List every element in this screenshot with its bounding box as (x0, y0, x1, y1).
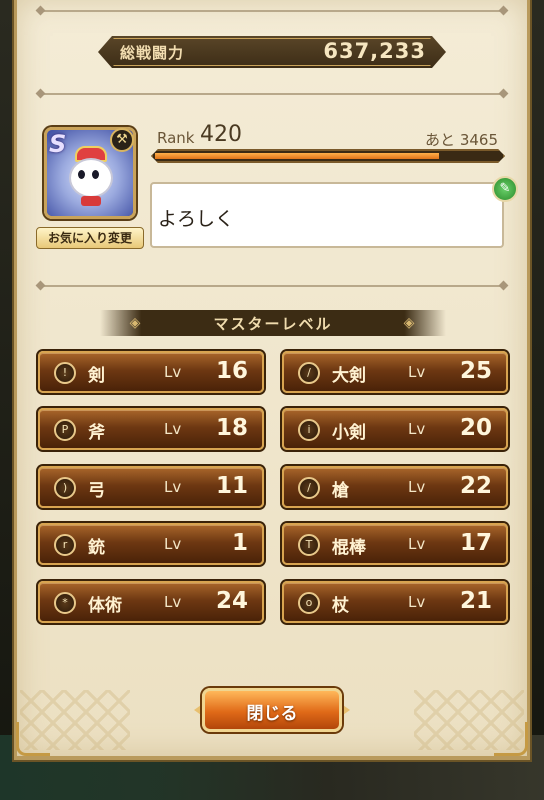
weapon-level: 11 (215, 473, 248, 499)
combat-power-value: 637,233 (323, 39, 426, 63)
weapon-level: 22 (459, 473, 492, 499)
weapon-name: 杖 (332, 596, 349, 616)
weapon-name: 体術 (88, 596, 122, 616)
weapon-lv-label: Lv (164, 478, 182, 496)
weapon-dagger-button[interactable]: i 小剣 Lv 20 (282, 408, 508, 450)
weapon-name: 槍 (332, 481, 349, 501)
avatar-eye-left (78, 170, 85, 179)
weapon-lv-label: Lv (164, 535, 182, 553)
weapon-name: 斧 (88, 423, 105, 443)
greatsword-icon: / (298, 362, 320, 384)
weapon-spear-button[interactable]: / 槍 Lv 22 (282, 466, 508, 508)
weapon-level: 16 (215, 358, 248, 384)
weapon-name: 大剣 (332, 366, 366, 386)
rank-value: 420 (200, 122, 242, 147)
club-icon: T (298, 534, 320, 556)
rank-progress-bar (151, 149, 505, 163)
weapon-lv-label: Lv (164, 593, 182, 611)
weapon-name: 剣 (88, 366, 105, 386)
weapon-level: 1 (231, 530, 248, 556)
weapon-lv-label: Lv (164, 363, 182, 381)
weapon-greatsword-button[interactable]: / 大剣 Lv 25 (282, 351, 508, 393)
weapon-club-button[interactable]: T 棍棒 Lv 17 (282, 523, 508, 565)
staff-icon: o (298, 592, 320, 614)
weapon-type-badge-icon: ⚒ (110, 128, 134, 152)
weapon-sword-button[interactable]: ! 剣 Lv 16 (38, 351, 264, 393)
weapon-level: 18 (215, 415, 248, 441)
weapon-lv-label: Lv (164, 420, 182, 438)
comment-text: よろしく (158, 208, 235, 230)
avatar-face (69, 158, 113, 198)
weapon-name: 小剣 (332, 423, 366, 443)
weapon-lv-label: Lv (408, 535, 426, 553)
master-level-title: マスターレベル (213, 315, 333, 333)
bow-icon: ) (54, 477, 76, 499)
weapon-staff-button[interactable]: o 杖 Lv 21 (282, 581, 508, 623)
weapon-lv-label: Lv (408, 363, 426, 381)
weapon-martial-arts-button[interactable]: * 体術 Lv 24 (38, 581, 264, 623)
weapon-lv-label: Lv (408, 478, 426, 496)
weapon-gun-button[interactable]: r 銃 Lv 1 (38, 523, 264, 565)
axe-icon: P (54, 419, 76, 441)
rank-progress-fill (155, 153, 439, 159)
divider-top (40, 10, 504, 12)
weapon-lv-label: Lv (408, 593, 426, 611)
weapon-level: 21 (459, 588, 492, 614)
rank-label: Rank (157, 129, 195, 147)
divider-middle (40, 285, 504, 287)
sword-icon: ! (54, 362, 76, 384)
corner-ornament-right (494, 722, 528, 756)
dagger-icon: i (298, 419, 320, 441)
fist-icon: * (54, 592, 76, 614)
rank-remaining-exp: あと 3465 (425, 131, 498, 149)
weapon-bow-button[interactable]: ) 弓 Lv 11 (38, 466, 264, 508)
combat-power-label: 総戦闘力 (120, 44, 185, 62)
avatar-bow (81, 196, 101, 206)
weapon-level: 17 (459, 530, 492, 556)
corner-ornament-left (16, 722, 50, 756)
weapon-name: 棍棒 (332, 538, 366, 558)
edit-comment-icon[interactable]: ✎ (492, 176, 518, 202)
weapon-level: 20 (459, 415, 492, 441)
spear-icon: / (298, 477, 320, 499)
divider-upper (40, 93, 504, 95)
avatar-eye-right (92, 170, 99, 179)
weapon-name: 弓 (88, 481, 105, 501)
favorite-change-button[interactable]: お気に入り変更 (36, 227, 144, 249)
weapon-name: 銃 (88, 538, 105, 558)
weapon-level: 24 (215, 588, 248, 614)
avatar-rarity-letter: S (49, 130, 67, 158)
weapon-axe-button[interactable]: P 斧 Lv 18 (38, 408, 264, 450)
weapon-lv-label: Lv (408, 420, 426, 438)
close-button-label[interactable]: 閉じる (202, 699, 342, 724)
gun-icon: r (54, 534, 76, 556)
weapon-level: 25 (459, 358, 492, 384)
